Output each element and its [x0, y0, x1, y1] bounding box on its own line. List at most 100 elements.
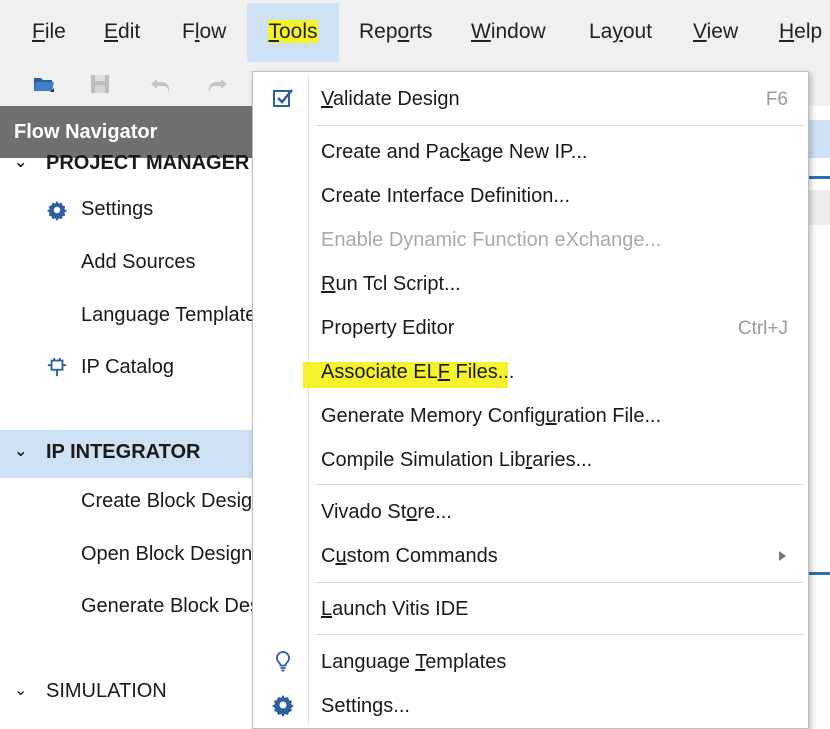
save-icon[interactable] [88, 72, 112, 96]
menu-item-create-package-ip[interactable]: Create and Package New IP... [321, 141, 587, 164]
custom-commands-mnemonic: u [335, 545, 347, 567]
gear-icon [46, 200, 68, 221]
menu-window-mnemonic: W [471, 20, 491, 43]
menu-tools[interactable]: Tools [247, 3, 339, 62]
menu-separator [315, 484, 804, 485]
associate-elf-pre: Associate EL [321, 361, 438, 383]
menu-separator [315, 634, 804, 635]
menu-item-validate-design[interactable]: Validate Design [321, 88, 460, 111]
vivado-store-mnemonic: o [406, 501, 418, 523]
background-panel-strip [808, 190, 830, 225]
menu-reports[interactable]: Reports [359, 20, 433, 44]
nav-item-settings[interactable]: Settings [0, 198, 255, 226]
menu-item-property-editor[interactable]: Property Editor [321, 317, 454, 340]
menu-file-rest: ile [44, 20, 66, 43]
menu-edit-rest: dit [118, 20, 141, 43]
menu-icon-gutter [308, 76, 309, 724]
menu-item-compile-sim-libraries[interactable]: Compile Simulation Libraries... [321, 449, 592, 472]
redo-icon[interactable] [206, 72, 230, 96]
open-folder-icon[interactable] [32, 72, 56, 96]
menu-flow[interactable]: Flow [182, 20, 226, 44]
background-accent-line [808, 176, 830, 179]
section-project-manager[interactable]: ⌄ PROJECT MANAGER [0, 152, 255, 178]
gear-icon [272, 695, 294, 717]
section-simulation[interactable]: ⌄ SIMULATION [0, 680, 255, 708]
menu-item-associate-elf[interactable]: Associate ELF Files... [321, 361, 514, 384]
run-tcl-mnemonic: R [321, 273, 336, 295]
lightbulb-icon [276, 651, 290, 672]
nav-item-ip-catalog[interactable]: IP Catalog [0, 356, 255, 384]
language-templates-pre: Language [321, 651, 416, 673]
nav-item-create-block-design[interactable]: Create Block Design [0, 490, 255, 518]
nav-item-add-sources-label: Add Sources [81, 251, 196, 273]
chevron-down-icon: ⌄ [14, 154, 28, 171]
menu-layout[interactable]: Layout [589, 20, 652, 44]
menu-window-rest: indow [490, 20, 546, 43]
menu-help[interactable]: Help [779, 20, 822, 44]
menu-file-mnemonic: F [32, 20, 45, 43]
menu-layout-rest: out [622, 20, 653, 43]
section-ip-integrator[interactable]: ⌄ IP INTEGRATOR [0, 441, 255, 467]
menu-help-rest: elp [794, 20, 823, 43]
menu-item-vivado-store[interactable]: Vivado Store... [321, 501, 452, 524]
menu-edit-mnemonic: E [104, 20, 119, 43]
section-simulation-label: SIMULATION [46, 680, 167, 702]
section-ip-integrator-label: IP INTEGRATOR [46, 441, 201, 463]
launch-vitis-mnemonic: L [321, 598, 333, 620]
create-package-pre: Create and Pac [321, 141, 460, 163]
custom-commands-pre: C [321, 545, 336, 567]
compile-sim-pre: Compile Simulation Lib [321, 449, 526, 471]
shortcut-validate-design: F6 [765, 89, 788, 110]
create-package-post: age New IP... [469, 141, 588, 163]
menu-item-create-interface-definition[interactable]: Create Interface Definition... [321, 185, 570, 208]
menu-help-mnemonic: H [779, 20, 795, 43]
vivado-store-pre: Vivado St [321, 501, 407, 523]
menu-item-language-templates[interactable]: Language Templates [321, 651, 506, 674]
menu-view-mnemonic: V [693, 20, 707, 43]
nav-item-language-templates[interactable]: Language Templates [0, 304, 255, 332]
section-project-manager-label: PROJECT MANAGER [46, 152, 250, 174]
ip-catalog-icon [47, 357, 67, 377]
nav-item-settings-label: Settings [81, 198, 154, 220]
gen-memory-post: ration File... [556, 405, 662, 427]
nav-item-open-block-design[interactable]: Open Block Design [0, 543, 255, 571]
create-package-mnemonic: k [459, 141, 470, 163]
run-tcl-post: un Tcl Script... [335, 273, 461, 295]
nav-item-language-templates-label: Language Templates [81, 304, 255, 326]
compile-sim-post: aries... [532, 449, 593, 471]
associate-elf-mnemonic: F [437, 361, 450, 383]
validate-mnemonic: V [321, 88, 333, 110]
menu-edit[interactable]: Edit [104, 20, 140, 44]
menu-tools-rest: ools [278, 20, 318, 43]
checkbox-check-icon [273, 89, 293, 107]
menu-reports-rest: rts [409, 20, 433, 43]
associate-elf-post: Files... [449, 361, 515, 383]
nav-item-add-sources[interactable]: Add Sources [0, 251, 255, 279]
gen-memory-mnemonic: u [545, 405, 557, 427]
menu-tools-mnemonic: T [268, 20, 279, 43]
menu-view[interactable]: View [693, 20, 738, 44]
custom-commands-post: stom Commands [346, 545, 498, 567]
menu-item-custom-commands[interactable]: Custom Commands [321, 545, 498, 568]
menu-item-launch-vitis[interactable]: Launch Vitis IDE [321, 598, 469, 621]
background-accent-line-2 [808, 572, 830, 575]
nav-item-generate-block-design[interactable]: Generate Block Design [0, 595, 255, 623]
undo-icon[interactable] [148, 72, 172, 96]
menu-layout-mnemonic: y [612, 20, 623, 43]
nav-item-create-block-design-label: Create Block Design [81, 490, 255, 512]
menu-window[interactable]: Window [471, 20, 546, 44]
chevron-down-icon: ⌄ [14, 682, 28, 699]
menu-flow-pre: F [182, 20, 195, 43]
vivado-store-post: re... [417, 501, 452, 523]
menu-reports-mnemonic: o [397, 20, 410, 43]
menu-item-generate-memory-config[interactable]: Generate Memory Configuration File... [321, 405, 661, 428]
menu-item-enable-dfx: Enable Dynamic Function eXchange... [321, 229, 662, 251]
menu-flow-rest: ow [199, 20, 227, 43]
background-selected-strip [808, 120, 830, 158]
menu-item-run-tcl-script[interactable]: Run Tcl Script... [321, 273, 461, 296]
menu-reports-pre: Rep [359, 20, 398, 43]
menu-file[interactable]: File [32, 20, 66, 44]
flow-navigator-title: Flow Navigator [0, 106, 255, 158]
menu-item-settings[interactable]: Settings... [321, 695, 410, 718]
shortcut-property-editor: Ctrl+J [737, 318, 788, 339]
